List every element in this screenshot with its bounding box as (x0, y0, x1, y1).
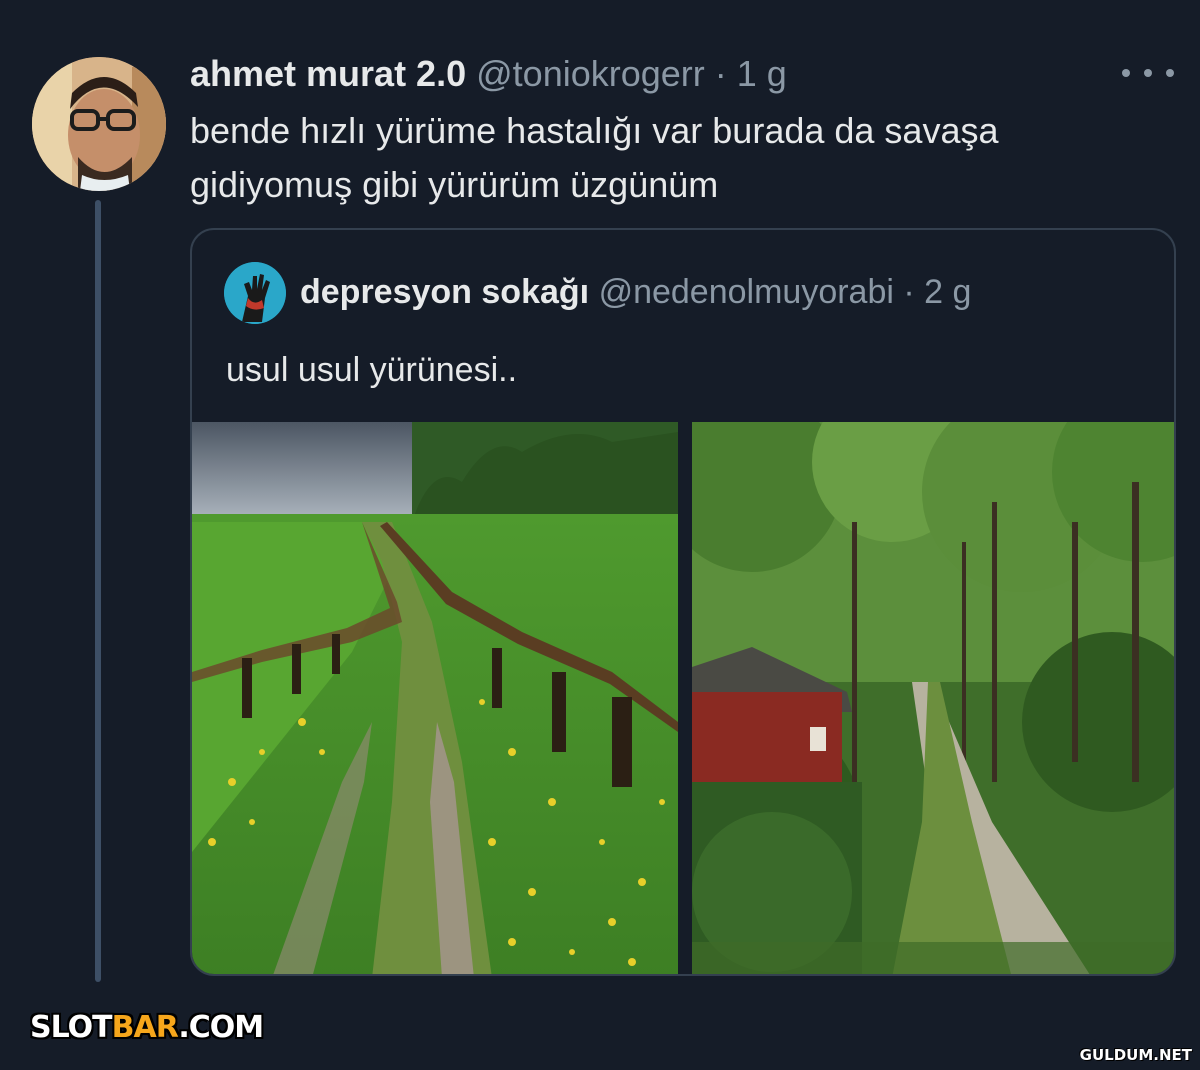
separator: · (704, 53, 737, 94)
slotbar-watermark: SLOTBAR.COM (30, 1010, 264, 1045)
author-name[interactable]: ahmet murat 2.0 (190, 53, 466, 94)
profile-photo-icon (32, 57, 166, 191)
author-avatar[interactable] (32, 57, 166, 191)
meadow-fence-path-photo[interactable] (192, 422, 678, 974)
meadow-image (192, 422, 678, 974)
quoted-tweet-time[interactable]: 2 g (924, 273, 971, 311)
forest-image (692, 422, 1174, 974)
more-options-button[interactable] (1122, 62, 1174, 84)
quoted-tweet-header: depresyon sokağı @nedenolmuyorabi · 2 g (300, 270, 971, 314)
quoted-author-name[interactable]: depresyon sokağı (300, 273, 589, 311)
forest-path-red-cabin-photo[interactable] (692, 422, 1174, 974)
raised-hand-icon (224, 262, 286, 324)
more-dot-icon (1166, 69, 1174, 77)
separator: · (893, 273, 925, 311)
quoted-tweet-card[interactable]: depresyon sokağı @nedenolmuyorabi · 2 g … (190, 228, 1176, 976)
guldum-watermark: GULDUM.NET (1079, 1046, 1192, 1064)
author-handle[interactable]: @toniokrogerr (476, 53, 705, 94)
tweet-time[interactable]: 1 g (737, 53, 787, 94)
tweet-text: bende hızlı yürüme hastalığı var burada … (190, 110, 999, 205)
quoted-tweet-text: usul usul yürünesi.. (226, 351, 518, 389)
quoted-author-avatar[interactable] (224, 262, 286, 324)
watermark-part: SLOT (30, 1010, 113, 1045)
watermark-accent-part: BAR (111, 1010, 180, 1045)
watermark-part: .COM (178, 1010, 264, 1045)
more-dot-icon (1144, 69, 1152, 77)
more-dot-icon (1122, 69, 1130, 77)
tweet-header: ahmet murat 2.0 @toniokrogerr · 1 g (190, 52, 787, 96)
thread-line (95, 200, 101, 982)
quoted-author-handle[interactable]: @nedenolmuyorabi (599, 273, 894, 311)
